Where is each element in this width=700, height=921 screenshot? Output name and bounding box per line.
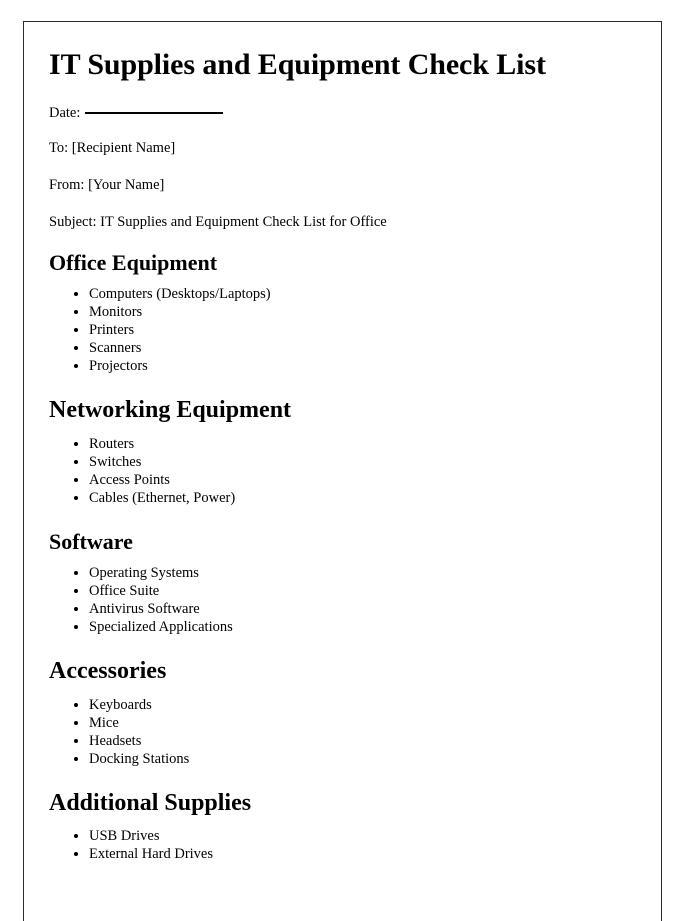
- checklist: USB Drives External Hard Drives: [49, 827, 639, 863]
- sender-line: From: [Your Name]: [49, 177, 165, 194]
- list-item: Docking Stations: [89, 750, 639, 768]
- section-additional-supplies: Additional Supplies USB Drives External …: [49, 790, 639, 864]
- section-heading: Office Equipment: [49, 249, 218, 275]
- section-accessories: Accessories Keyboards Mice Headsets Dock…: [49, 658, 639, 768]
- list-item: Monitors: [89, 303, 639, 321]
- list-item: Mice: [89, 714, 639, 732]
- recipient-line: To: [Recipient Name]: [49, 140, 176, 157]
- list-item: Cables (Ethernet, Power): [89, 489, 639, 507]
- document-page: IT Supplies and Equipment Check List Dat…: [23, 21, 662, 921]
- section-office-equipment: Office Equipment Computers (Desktops/Lap…: [49, 250, 639, 375]
- page-title: IT Supplies and Equipment Check List: [49, 48, 546, 81]
- list-item: Office Suite: [89, 582, 639, 600]
- date-label: Date:: [49, 104, 81, 121]
- list-item: Keyboards: [89, 696, 639, 714]
- list-item: Projectors: [89, 357, 639, 375]
- checklist: Keyboards Mice Headsets Docking Stations: [49, 696, 639, 768]
- section-networking-equipment: Networking Equipment Routers Switches Ac…: [49, 397, 639, 507]
- checklist: Operating Systems Office Suite Antivirus…: [49, 564, 639, 636]
- section-heading: Software: [49, 528, 133, 554]
- date-field-row: Date:: [49, 104, 639, 123]
- subject-line: Subject: IT Supplies and Equipment Check…: [49, 214, 387, 231]
- list-item: Computers (Desktops/Laptops): [89, 285, 639, 303]
- list-item: Printers: [89, 321, 639, 339]
- section-heading: Accessories: [49, 658, 167, 685]
- list-item: USB Drives: [89, 827, 639, 845]
- list-item: Specialized Applications: [89, 618, 639, 636]
- list-item: Scanners: [89, 339, 639, 357]
- document-body: IT Supplies and Equipment Check List Dat…: [24, 22, 661, 863]
- checklist: Routers Switches Access Points Cables (E…: [49, 435, 639, 507]
- list-item: Access Points: [89, 471, 639, 489]
- list-item: Switches: [89, 453, 639, 471]
- section-heading: Additional Supplies: [49, 789, 252, 816]
- list-item: Operating Systems: [89, 564, 639, 582]
- date-blank-rule[interactable]: [85, 111, 224, 114]
- list-item: Headsets: [89, 732, 639, 750]
- list-item: Routers: [89, 435, 639, 453]
- section-heading: Networking Equipment: [49, 397, 292, 424]
- section-software: Software Operating Systems Office Suite …: [49, 529, 639, 636]
- list-item: External Hard Drives: [89, 845, 639, 863]
- list-item: Antivirus Software: [89, 600, 639, 618]
- checklist: Computers (Desktops/Laptops) Monitors Pr…: [49, 285, 639, 375]
